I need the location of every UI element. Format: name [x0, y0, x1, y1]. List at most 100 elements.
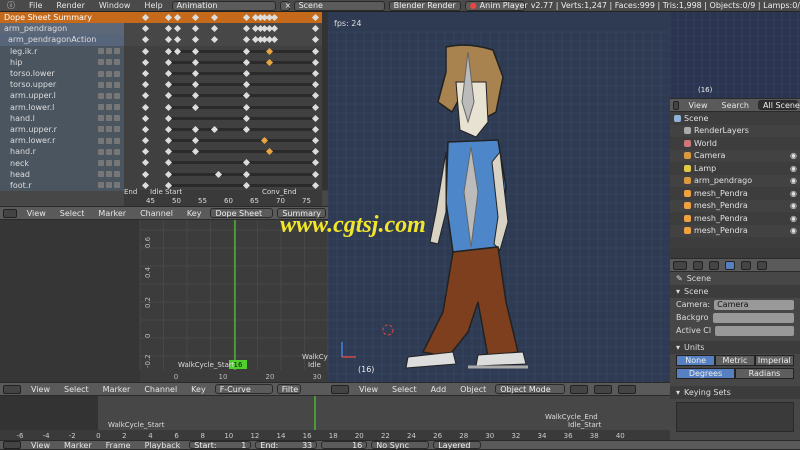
keyframe[interactable] — [141, 103, 149, 111]
keying-sets-list[interactable] — [676, 402, 794, 432]
keyframe[interactable] — [141, 25, 149, 33]
channel-toggle-icon[interactable] — [106, 126, 112, 133]
channel-toggle-icon[interactable] — [98, 160, 104, 167]
dope-row-track[interactable] — [124, 157, 328, 169]
outliner-item[interactable]: mesh_Pendra ◉ — [670, 187, 800, 200]
keyframe[interactable] — [192, 25, 200, 33]
dope-row-name[interactable]: neck — [0, 157, 124, 169]
keyframe[interactable] — [192, 36, 200, 44]
timeline-editor-type-icon[interactable] — [3, 441, 21, 449]
world-tab-icon[interactable] — [741, 260, 751, 270]
channel-toggle-icon[interactable] — [106, 48, 112, 55]
viewport-menu-object[interactable]: Object — [453, 385, 493, 394]
close-layout-icon[interactable]: × — [279, 0, 291, 11]
keyframe[interactable] — [242, 25, 251, 33]
screen-layout-selector[interactable]: Animation — [171, 0, 276, 11]
channel-toggle-icon[interactable] — [98, 148, 104, 155]
pivot-icon[interactable] — [594, 384, 613, 394]
timeline-marker-walk-start[interactable]: WalkCycle_Start — [108, 421, 165, 429]
channel-toggle-icon[interactable] — [106, 148, 112, 155]
channel-toggle-icon[interactable] — [106, 104, 112, 111]
outliner-item[interactable]: Lamp ◉ — [670, 162, 800, 175]
viewport-canvas[interactable]: fps: 24 (16) — [327, 12, 670, 382]
channel-toggles[interactable] — [98, 104, 124, 111]
keyframe[interactable] — [141, 69, 149, 77]
dope-row-name[interactable]: foot.r — [0, 179, 124, 191]
dope-row-track[interactable] — [124, 112, 328, 124]
graph-marker-idle[interactable]: Idle — [308, 361, 321, 369]
dope-row-track[interactable] — [124, 56, 328, 68]
keyframe[interactable] — [141, 181, 149, 189]
shading-icon[interactable] — [570, 384, 589, 394]
dope-row-track[interactable] — [124, 67, 328, 80]
keyframe[interactable] — [173, 25, 182, 33]
object-mode-select[interactable]: Object Mode — [495, 384, 566, 394]
keyframe[interactable] — [311, 25, 320, 33]
channel-toggles[interactable] — [98, 160, 124, 167]
outliner-menu-search[interactable]: Search — [715, 101, 756, 110]
object-tab-icon[interactable] — [757, 260, 767, 270]
dope-row-track[interactable] — [124, 79, 328, 91]
viewport-menu-add[interactable]: Add — [424, 385, 454, 394]
keyframe[interactable] — [210, 13, 218, 22]
keyframe[interactable] — [141, 36, 149, 44]
timeline-menu-playback[interactable]: Playback — [138, 441, 188, 449]
keying-layered-select[interactable]: Layered — [433, 441, 482, 449]
unit-imperial-button[interactable]: Imperial — [754, 355, 794, 366]
dope-row-track[interactable] — [124, 23, 328, 34]
marker-end[interactable]: End — [124, 188, 137, 196]
keyframe[interactable] — [141, 137, 149, 145]
dope-row[interactable]: hip — [0, 56, 328, 68]
dope-row[interactable]: arm.upper.l — [0, 90, 328, 102]
channel-toggle-icon[interactable] — [114, 171, 120, 178]
dope-row-name[interactable]: hip — [0, 56, 124, 68]
dope-row[interactable]: head — [0, 168, 328, 180]
keyframe[interactable] — [210, 25, 218, 33]
info-editor-icon[interactable]: ⓘ — [0, 0, 22, 11]
graph-canvas[interactable]: 16 WalkCycle_Start WalkCycle_End Idle 0.… — [0, 220, 355, 382]
keyframe[interactable] — [311, 181, 320, 189]
timeline-menu-marker[interactable]: Marker — [57, 441, 99, 449]
visibility-eye-icon[interactable]: ◉ — [790, 201, 800, 210]
visibility-eye-icon[interactable]: ◉ — [790, 214, 800, 223]
channel-toggle-icon[interactable] — [106, 171, 112, 178]
dope-mode-select[interactable]: Dope Sheet — [210, 208, 274, 218]
keyframe[interactable] — [173, 13, 182, 22]
visibility-eye-icon[interactable]: ◉ — [790, 189, 800, 198]
outliner-menu-view[interactable]: View — [682, 101, 715, 110]
channel-toggle-icon[interactable] — [114, 59, 120, 66]
keyframe[interactable] — [311, 81, 320, 89]
keyframe[interactable] — [311, 125, 320, 133]
outliner-item[interactable]: arm_pendrago ◉ — [670, 174, 800, 187]
channel-toggle-icon[interactable] — [114, 126, 120, 133]
dope-row-name[interactable]: head — [0, 168, 124, 180]
dope-row[interactable]: leg.ik.r — [0, 45, 328, 57]
dope-row-name[interactable]: arm.lower.l — [0, 101, 124, 113]
unit-radians-button[interactable]: Radians — [735, 368, 794, 379]
dope-row[interactable]: hand.r — [0, 146, 328, 158]
channel-toggles[interactable] — [98, 137, 124, 144]
scene-panel-header[interactable]: ▾ Scene — [670, 285, 800, 298]
pin-icon[interactable]: ✎ — [676, 274, 683, 283]
keyframe[interactable] — [141, 148, 149, 156]
outliner-display-mode[interactable]: All Scenes — [758, 100, 800, 110]
dope-row-name[interactable]: Dope Sheet Summary — [0, 12, 124, 24]
keyframe[interactable] — [311, 36, 320, 44]
active-clip-field[interactable] — [715, 325, 794, 336]
dope-row-track[interactable] — [124, 135, 328, 147]
marker-idle-start[interactable]: Idle Start — [150, 188, 182, 196]
keyframe[interactable] — [173, 36, 182, 44]
marker-conv-end[interactable]: Conv_End — [262, 188, 297, 196]
keyframe[interactable] — [141, 159, 149, 167]
graph-marker-walk-start[interactable]: WalkCycle_Start — [178, 361, 235, 369]
channel-toggles[interactable] — [98, 48, 124, 55]
channel-toggle-icon[interactable] — [106, 81, 112, 88]
channel-toggle-icon[interactable] — [106, 182, 112, 189]
end-frame-field[interactable]: End: 33 — [255, 441, 318, 449]
dope-menu-key[interactable]: Key — [180, 209, 209, 218]
dope-row-name[interactable]: arm_pendragon — [0, 23, 124, 35]
dope-menu-marker[interactable]: Marker — [91, 209, 133, 218]
channel-toggles[interactable] — [98, 126, 124, 133]
channel-toggle-icon[interactable] — [98, 59, 104, 66]
start-frame-field[interactable]: Start: 1 — [189, 441, 252, 449]
